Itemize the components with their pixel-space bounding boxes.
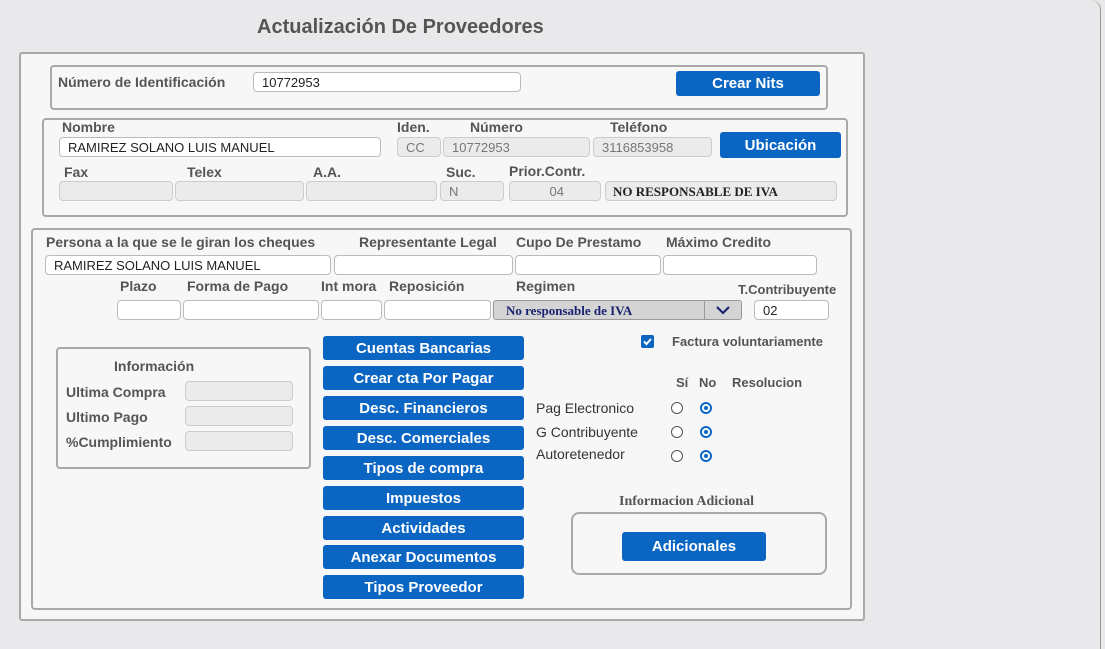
persona-label: Persona a la que se le giran los cheques xyxy=(46,234,316,250)
maximo-label: Máximo Credito xyxy=(666,234,772,250)
desc-financieros-button[interactable]: Desc. Financieros xyxy=(323,396,524,420)
cumplimiento-input[interactable] xyxy=(185,431,293,451)
tcontrib-label: T.Contribuyente xyxy=(738,282,837,297)
create-nits-button[interactable]: Crear Nits xyxy=(676,71,820,96)
regimen-label: Regimen xyxy=(516,278,576,294)
forma-input[interactable] xyxy=(183,300,319,320)
fax-label: Fax xyxy=(64,164,89,180)
iden-input[interactable]: CC xyxy=(397,137,441,157)
aa-input[interactable] xyxy=(306,181,437,201)
maximo-input[interactable] xyxy=(663,255,817,275)
aa-label: A.A. xyxy=(313,164,341,180)
anexar-documentos-button[interactable]: Anexar Documentos xyxy=(323,545,524,569)
resolucion-header: Resolucion xyxy=(732,375,803,390)
numero-label: Número xyxy=(470,119,523,135)
factura-label: Factura voluntariamente xyxy=(672,334,823,349)
autoretenedor-si-radio[interactable] xyxy=(671,450,683,462)
forma-label: Forma de Pago xyxy=(187,278,289,294)
iden-label: Iden. xyxy=(397,119,430,135)
reposicion-label: Reposición xyxy=(389,278,465,294)
check-icon xyxy=(643,338,652,346)
ubicacion-button[interactable]: Ubicación xyxy=(720,132,841,158)
suc-label: Suc. xyxy=(446,164,476,180)
desc-comerciales-button[interactable]: Desc. Comerciales xyxy=(323,426,524,450)
pag-electronico-no-radio[interactable] xyxy=(700,402,712,414)
suc-input[interactable]: N xyxy=(440,181,504,201)
telex-input[interactable] xyxy=(175,181,304,201)
factura-checkbox[interactable] xyxy=(641,335,654,348)
telefono-input[interactable]: 3116853958 xyxy=(593,137,712,157)
actividades-button[interactable]: Actividades xyxy=(323,516,524,540)
telex-label: Telex xyxy=(187,164,222,180)
persona-input[interactable]: RAMIREZ SOLANO LUIS MANUEL xyxy=(45,255,331,275)
identification-label: Número de Identificación xyxy=(58,74,226,90)
adicionales-button[interactable]: Adicionales xyxy=(622,532,766,561)
numero-input[interactable]: 10772953 xyxy=(443,137,590,157)
impuestos-button[interactable]: Impuestos xyxy=(323,486,524,510)
fax-input[interactable] xyxy=(59,181,173,201)
telefono-label: Teléfono xyxy=(610,119,668,135)
si-header: Sí xyxy=(676,375,689,390)
info-title: Información xyxy=(114,358,195,374)
representante-input[interactable] xyxy=(334,255,513,275)
name-label: Nombre xyxy=(62,119,115,135)
cuentas-bancarias-button[interactable]: Cuentas Bancarias xyxy=(323,336,524,360)
iva-status-field[interactable]: NO RESPONSABLE DE IVA xyxy=(605,181,837,201)
pag-electronico-si-radio[interactable] xyxy=(671,402,683,414)
reposicion-input[interactable] xyxy=(384,300,491,320)
g-contribuyente-label: G Contribuyente xyxy=(536,424,638,440)
no-header: No xyxy=(699,375,717,390)
ultimo-pago-input[interactable] xyxy=(185,406,293,426)
g-contribuyente-si-radio[interactable] xyxy=(671,426,683,438)
g-contribuyente-no-radio[interactable] xyxy=(700,426,712,438)
tipos-proveedor-button[interactable]: Tipos Proveedor xyxy=(323,575,524,599)
ultimo-pago-label: Ultimo Pago xyxy=(66,409,148,425)
ultima-compra-label: Ultima Compra xyxy=(66,384,166,400)
identification-input[interactable]: 10772953 xyxy=(253,72,521,92)
autoretenedor-no-radio[interactable] xyxy=(700,450,712,462)
plazo-input[interactable] xyxy=(117,300,181,320)
name-input[interactable]: RAMIREZ SOLANO LUIS MANUEL xyxy=(59,137,381,157)
cupo-input[interactable] xyxy=(515,255,661,275)
tcontrib-input[interactable]: 02 xyxy=(754,300,829,320)
page-title: Actualización De Proveedores xyxy=(257,16,544,38)
tipos-compra-button[interactable]: Tipos de compra xyxy=(323,456,524,480)
crear-cta-button[interactable]: Crear cta Por Pagar xyxy=(323,366,524,390)
ultima-compra-input[interactable] xyxy=(185,381,293,401)
plazo-label: Plazo xyxy=(120,278,157,294)
prior-label: Prior.Contr. xyxy=(509,163,586,179)
representante-label: Representante Legal xyxy=(359,234,497,250)
additional-title: Informacion Adicional xyxy=(619,494,754,509)
pag-electronico-label: Pag Electronico xyxy=(536,400,635,416)
prior-input[interactable]: 04 xyxy=(509,181,601,201)
regimen-selected-value: No responsable de IVA xyxy=(506,303,633,318)
autoretenedor-label: Autoretenedor xyxy=(536,446,625,462)
intmora-input[interactable] xyxy=(321,300,382,320)
cumplimiento-label: %Cumplimiento xyxy=(66,434,172,450)
cupo-label: Cupo De Prestamo xyxy=(516,234,642,250)
chevron-down-icon[interactable] xyxy=(704,301,741,319)
intmora-label: Int mora xyxy=(321,278,377,294)
regimen-select[interactable]: No responsable de IVA xyxy=(493,300,742,320)
